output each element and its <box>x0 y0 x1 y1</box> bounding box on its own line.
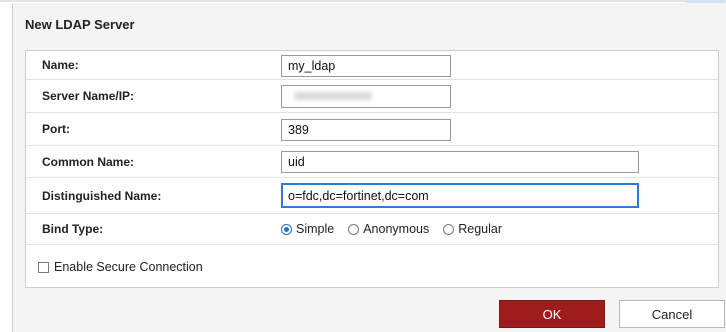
radio-checked-icon <box>281 223 292 235</box>
new-ldap-server-dialog: New LDAP Server Name: Server Name/IP: Po… <box>12 3 726 332</box>
bind-type-radio-group: Simple Anonymous Regular <box>281 222 502 236</box>
name-input[interactable] <box>281 55 451 77</box>
name-label: Name: <box>42 58 79 72</box>
divider <box>26 244 718 245</box>
radio-unchecked-icon <box>443 223 455 235</box>
dialog-title: New LDAP Server <box>25 17 135 32</box>
top-border <box>0 0 726 2</box>
radio-regular-label: Regular <box>458 222 503 236</box>
common-name-row: Common Name: <box>26 146 718 178</box>
server-row: Server Name/IP: <box>26 80 718 113</box>
radio-simple[interactable]: Simple <box>281 222 334 236</box>
secure-connection-checkbox[interactable]: Enable Secure Connection <box>38 260 203 274</box>
server-input[interactable] <box>281 85 451 108</box>
radio-anonymous-label: Anonymous <box>363 222 430 236</box>
radio-simple-label: Simple <box>296 222 335 236</box>
bind-type-label: Bind Type: <box>42 222 104 236</box>
ok-button[interactable]: OK <box>499 300 605 328</box>
secure-connection-row: Enable Secure Connection <box>26 257 718 283</box>
distinguished-name-input[interactable] <box>281 183 639 208</box>
radio-unchecked-icon <box>348 223 360 235</box>
name-row: Name: <box>26 51 718 80</box>
radio-regular[interactable]: Regular <box>443 222 502 236</box>
cancel-button[interactable]: Cancel <box>619 300 725 328</box>
secure-connection-label: Enable Secure Connection <box>54 260 203 274</box>
port-label: Port: <box>42 122 70 136</box>
common-name-input[interactable] <box>281 151 639 173</box>
radio-anonymous[interactable]: Anonymous <box>348 222 429 236</box>
distinguished-name-row: Distinguished Name: <box>26 178 718 214</box>
redacted-ip <box>294 92 372 100</box>
common-name-label: Common Name: <box>42 154 135 169</box>
server-label: Server Name/IP: <box>42 89 135 103</box>
checkbox-icon <box>38 261 49 273</box>
ldap-form: Name: Server Name/IP: Port: Common Name:… <box>25 50 719 288</box>
bind-type-row: Bind Type: Simple Anonymous Regular <box>26 214 718 244</box>
port-input[interactable] <box>281 119 451 141</box>
port-row: Port: <box>26 113 718 146</box>
distinguished-name-label: Distinguished Name: <box>42 188 162 203</box>
